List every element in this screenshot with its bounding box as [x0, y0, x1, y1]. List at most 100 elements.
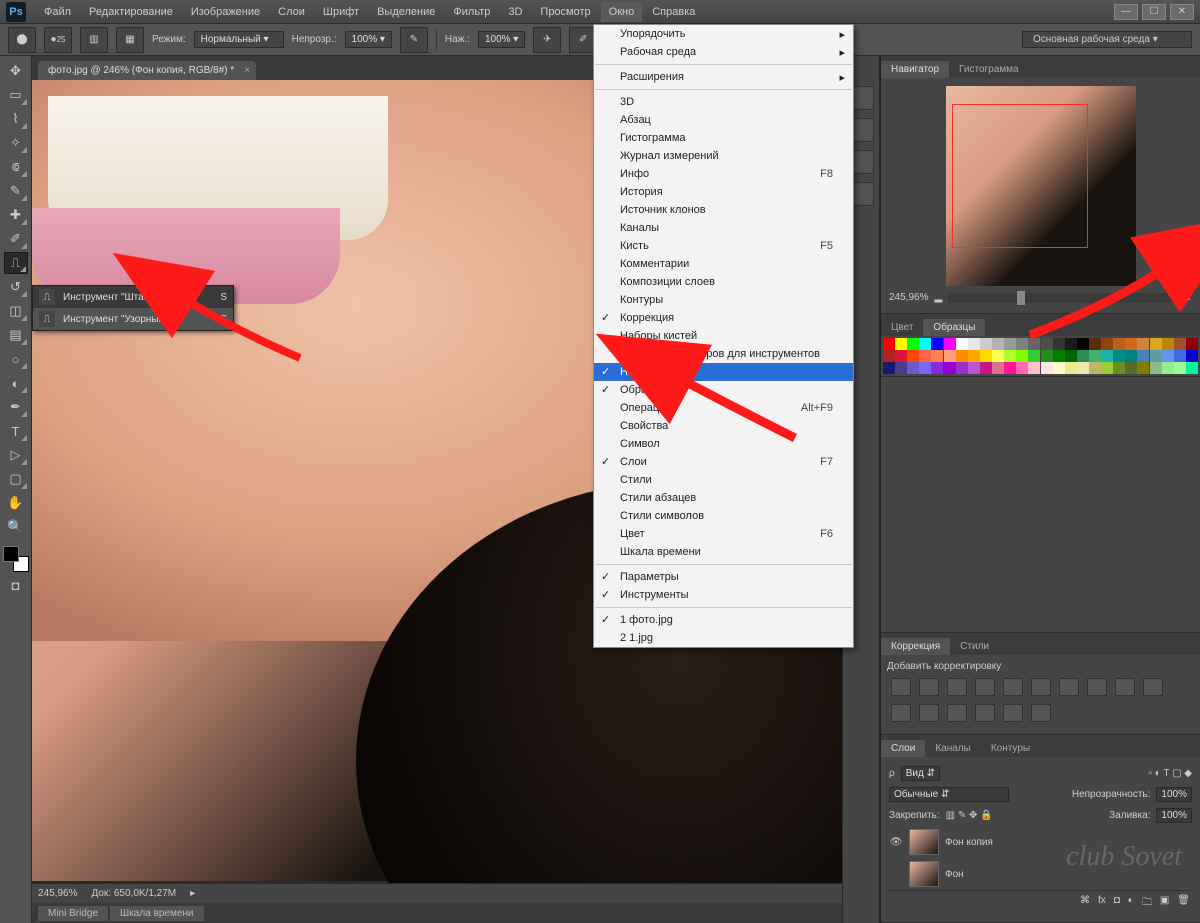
menu-item[interactable]: Абзац: [594, 111, 853, 129]
adj-levels-icon[interactable]: [919, 678, 939, 696]
menu-item[interactable]: Наборы кистей: [594, 327, 853, 345]
nav-zoom-slider[interactable]: [948, 293, 1176, 303]
close-button[interactable]: ✕: [1170, 4, 1194, 20]
navigator-viewbox[interactable]: [952, 104, 1088, 248]
layer-row[interactable]: 👁Фон копия: [887, 826, 1194, 858]
menu-item[interactable]: Стили символов: [594, 507, 853, 525]
timeline-tab[interactable]: Шкала времени: [110, 906, 203, 921]
swatch[interactable]: [992, 362, 1004, 374]
brush-preset-icon[interactable]: ●25: [44, 27, 72, 53]
adj-curves-icon[interactable]: [947, 678, 967, 696]
swatch[interactable]: [980, 362, 992, 374]
swatch[interactable]: [919, 338, 931, 350]
menu-item[interactable]: ЦветF6: [594, 525, 853, 543]
swatch[interactable]: [1113, 362, 1125, 374]
menu-item[interactable]: Свойства: [594, 417, 853, 435]
layer-thumb[interactable]: [909, 861, 939, 887]
swatch[interactable]: [931, 350, 943, 362]
swatch[interactable]: [1077, 338, 1089, 350]
menu-редактирование[interactable]: Редактирование: [81, 2, 181, 22]
swatch[interactable]: [1113, 338, 1125, 350]
swatch[interactable]: [1016, 350, 1028, 362]
crop-tool[interactable]: ⟃: [4, 156, 28, 178]
swatch[interactable]: [1125, 350, 1137, 362]
menu-фильтр[interactable]: Фильтр: [445, 2, 498, 22]
layers-tab[interactable]: Слои: [881, 740, 925, 757]
swatch[interactable]: [1150, 338, 1162, 350]
swatch[interactable]: [1028, 362, 1040, 374]
type-tool[interactable]: T: [4, 420, 28, 442]
swatch[interactable]: [907, 362, 919, 374]
menu-item[interactable]: ИнфоF8: [594, 165, 853, 183]
adj-exposure-icon[interactable]: [975, 678, 995, 696]
flyout-item[interactable]: ⎍Инструмент "Штамп"S: [33, 286, 233, 308]
swatch[interactable]: [956, 350, 968, 362]
adj-mixer-icon[interactable]: [1143, 678, 1163, 696]
channels-tab[interactable]: Каналы: [925, 740, 981, 757]
menu-item[interactable]: КистьF5: [594, 237, 853, 255]
swatch[interactable]: [895, 338, 907, 350]
link-layers-icon[interactable]: ⌘: [1080, 895, 1090, 912]
menu-item[interactable]: Символ: [594, 435, 853, 453]
styles-tab[interactable]: Стили: [950, 638, 999, 655]
menu-item[interactable]: ✓Коррекция: [594, 309, 853, 327]
swatch[interactable]: [1077, 362, 1089, 374]
swatch[interactable]: [1101, 350, 1113, 362]
stamp-tool[interactable]: ⎍: [4, 252, 28, 274]
swatch[interactable]: [919, 350, 931, 362]
menu-item[interactable]: ✓Параметры: [594, 568, 853, 586]
swatch[interactable]: [1125, 362, 1137, 374]
quickmask-toggle[interactable]: ◘: [4, 574, 28, 596]
tool-preset-icon[interactable]: ⬤: [8, 27, 36, 53]
menu-item[interactable]: 3D: [594, 93, 853, 111]
menu-шрифт[interactable]: Шрифт: [315, 2, 367, 22]
move-tool[interactable]: ✥: [4, 60, 28, 82]
swatch[interactable]: [1089, 362, 1101, 374]
layer-kind-select[interactable]: Вид ⇵: [901, 766, 940, 781]
swatch[interactable]: [1125, 338, 1137, 350]
pressure-opacity-icon[interactable]: ✎: [400, 27, 428, 53]
airbrush-icon[interactable]: ✈: [533, 27, 561, 53]
swatch[interactable]: [980, 350, 992, 362]
menu-item[interactable]: Расширения▸: [594, 68, 853, 86]
histogram-tab[interactable]: Гистограмма: [949, 61, 1029, 78]
navigator-tab[interactable]: Навигатор: [881, 61, 949, 78]
swatch[interactable]: [883, 350, 895, 362]
adjustment-layer-icon[interactable]: ◐: [1128, 895, 1134, 912]
blend-mode-select[interactable]: Обычные ⇵: [889, 787, 1009, 802]
menu-item[interactable]: Стили: [594, 471, 853, 489]
swatch[interactable]: [944, 362, 956, 374]
adjustments-tab[interactable]: Коррекция: [881, 638, 950, 655]
swatch[interactable]: [1004, 362, 1016, 374]
swatch[interactable]: [1028, 338, 1040, 350]
zoom-tool[interactable]: 🔍: [4, 516, 28, 538]
swatch[interactable]: [931, 362, 943, 374]
menu-просмотр[interactable]: Просмотр: [532, 2, 598, 22]
menu-справка[interactable]: Справка: [644, 2, 703, 22]
new-layer-icon[interactable]: ▣: [1160, 895, 1169, 912]
swatch[interactable]: [1089, 350, 1101, 362]
swatch[interactable]: [1065, 362, 1077, 374]
menu-item[interactable]: ✓Образцы: [594, 381, 853, 399]
swatch[interactable]: [1077, 350, 1089, 362]
workspace-select[interactable]: Основная рабочая среда ▾: [1022, 31, 1192, 48]
swatch[interactable]: [1065, 350, 1077, 362]
swatch[interactable]: [944, 350, 956, 362]
swatch[interactable]: [992, 338, 1004, 350]
swatch[interactable]: [1150, 362, 1162, 374]
swatch[interactable]: [907, 350, 919, 362]
menu-выделение[interactable]: Выделение: [369, 2, 443, 22]
swatch[interactable]: [895, 362, 907, 374]
zoom-out-icon[interactable]: ▂: [934, 292, 942, 303]
menu-item[interactable]: Наборы параметров для инструментов: [594, 345, 853, 363]
swatch[interactable]: [1150, 350, 1162, 362]
menu-item[interactable]: Комментарии: [594, 255, 853, 273]
menu-item[interactable]: Упорядочить▸: [594, 25, 853, 43]
swatch[interactable]: [956, 362, 968, 374]
gradient-tool[interactable]: ▤: [4, 324, 28, 346]
swatch[interactable]: [1041, 362, 1053, 374]
swatch[interactable]: [1174, 338, 1186, 350]
menu-item[interactable]: ✓Навигатор: [594, 363, 853, 381]
menu-item[interactable]: Стили абзацев: [594, 489, 853, 507]
menu-item[interactable]: Композиции слоев: [594, 273, 853, 291]
